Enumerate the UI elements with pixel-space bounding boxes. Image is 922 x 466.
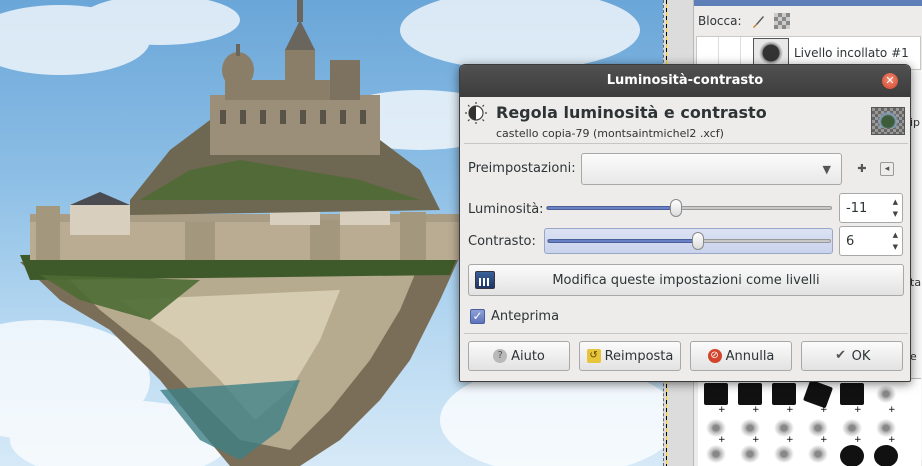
brush-preset[interactable] <box>704 443 728 465</box>
edit-as-levels-button[interactable]: Modifica queste impostazioni come livell… <box>468 264 904 296</box>
brush-plus-icon: + <box>786 435 794 445</box>
brush-plus-icon: + <box>854 405 862 415</box>
help-button[interactable]: ? Aiuto <box>468 341 570 371</box>
brush-plus-icon: + <box>752 435 760 445</box>
brightness-slider[interactable] <box>546 206 832 210</box>
dialog-title: Luminosità-contrasto <box>606 73 764 88</box>
brushes-grid[interactable]: + + + + + + + + + + + + <box>698 378 921 466</box>
brush-preset[interactable] <box>874 445 898 466</box>
help-label: Aiuto <box>511 348 545 364</box>
reset-button[interactable]: ↺ Reimposta <box>579 341 681 371</box>
brush-preset[interactable] <box>840 383 864 405</box>
ok-button[interactable]: ✔ OK <box>801 341 903 371</box>
divider <box>464 333 908 334</box>
preview-checkbox[interactable]: ✓ <box>470 308 485 324</box>
brightness-slider-fill <box>547 206 677 210</box>
lock-label: Blocca: <box>698 14 742 28</box>
increment-icon[interactable]: ▲ <box>893 231 898 239</box>
help-icon: ? <box>493 349 508 363</box>
brush-preset[interactable] <box>806 443 830 465</box>
brush-plus-icon: + <box>820 435 828 445</box>
brush-plus-icon: + <box>820 405 828 415</box>
reset-icon: ↺ <box>586 349 601 363</box>
preview-label: Anteprima <box>491 308 560 324</box>
brush-plus-icon: + <box>718 435 726 445</box>
dialog-header-title: Regola luminosità e contrasto <box>496 103 767 122</box>
brush-preset[interactable] <box>772 383 796 405</box>
layer-name[interactable]: Livello incollato #1 <box>794 46 909 60</box>
cancel-label: Annulla <box>725 348 775 364</box>
add-preset-icon[interactable]: ✚ <box>853 160 871 178</box>
contrast-slider[interactable] <box>547 239 831 243</box>
brush-plus-icon: + <box>786 405 794 415</box>
brush-preset[interactable] <box>738 383 762 405</box>
drawable-thumbnail <box>871 107 905 135</box>
edit-as-levels-label: Modifica queste impostazioni come livell… <box>552 273 820 288</box>
cancel-button[interactable]: ⊘ Annulla <box>690 341 792 371</box>
brush-preset[interactable] <box>704 383 728 405</box>
lock-row: Blocca: <box>694 8 922 34</box>
contrast-label: Contrasto: <box>468 234 536 249</box>
brush-preset[interactable] <box>772 443 796 465</box>
brightness-label: Luminosità: <box>468 202 544 217</box>
dialog-header-subtitle: castello copia-79 (montsaintmichel2 .xcf… <box>496 127 724 140</box>
contrast-slider-fill <box>548 239 699 243</box>
decrement-icon[interactable]: ▼ <box>893 243 898 251</box>
preset-menu-icon[interactable]: ◂ <box>880 162 894 176</box>
brush-plus-icon: + <box>888 405 896 415</box>
brush-plus-icon: + <box>888 435 896 445</box>
selected-row-strip <box>694 0 922 6</box>
brush-plus-icon: + <box>752 405 760 415</box>
decrement-icon[interactable]: ▼ <box>893 210 898 218</box>
side-text-3: e <box>910 350 917 363</box>
preview-toggle[interactable]: ✓ Anteprima <box>470 307 559 325</box>
check-icon: ✔ <box>835 348 847 363</box>
chevron-down-icon: ▼ <box>822 163 831 176</box>
increment-icon[interactable]: ▲ <box>893 198 898 206</box>
cancel-icon: ⊘ <box>707 349 722 363</box>
close-icon[interactable]: ✕ <box>882 73 898 89</box>
divider <box>464 143 908 144</box>
reset-label: Reimposta <box>604 348 674 364</box>
presets-label: Preimpostazioni: <box>468 161 576 176</box>
side-text-1: ip <box>910 116 921 129</box>
contrast-slider-handle[interactable] <box>692 232 704 250</box>
side-text-2: ta <box>910 276 922 289</box>
brush-preset[interactable] <box>738 443 762 465</box>
brush-preset[interactable] <box>874 383 898 405</box>
brush-preset[interactable] <box>802 379 834 409</box>
brightness-value: -11 <box>846 201 868 216</box>
brush-plus-icon: + <box>854 435 862 445</box>
brightness-contrast-icon <box>465 102 487 124</box>
dialog-titlebar[interactable]: Luminosità-contrasto ✕ <box>460 65 910 97</box>
contrast-spinbutton[interactable]: 6 ▲ ▼ <box>839 226 903 256</box>
brightness-spinbutton[interactable]: -11 ▲ ▼ <box>839 193 903 223</box>
contrast-value: 6 <box>846 234 855 249</box>
brightness-slider-handle[interactable] <box>670 199 682 217</box>
brush-preset[interactable] <box>840 445 864 466</box>
lock-pixels-icon[interactable] <box>750 13 766 29</box>
ok-label: OK <box>851 348 871 364</box>
lock-alpha-icon[interactable] <box>773 13 790 29</box>
presets-combo[interactable]: ▼ <box>581 153 842 185</box>
brush-plus-icon: + <box>718 405 726 415</box>
brightness-contrast-dialog: Luminosità-contrasto ✕ Regola luminosità… <box>459 64 911 382</box>
